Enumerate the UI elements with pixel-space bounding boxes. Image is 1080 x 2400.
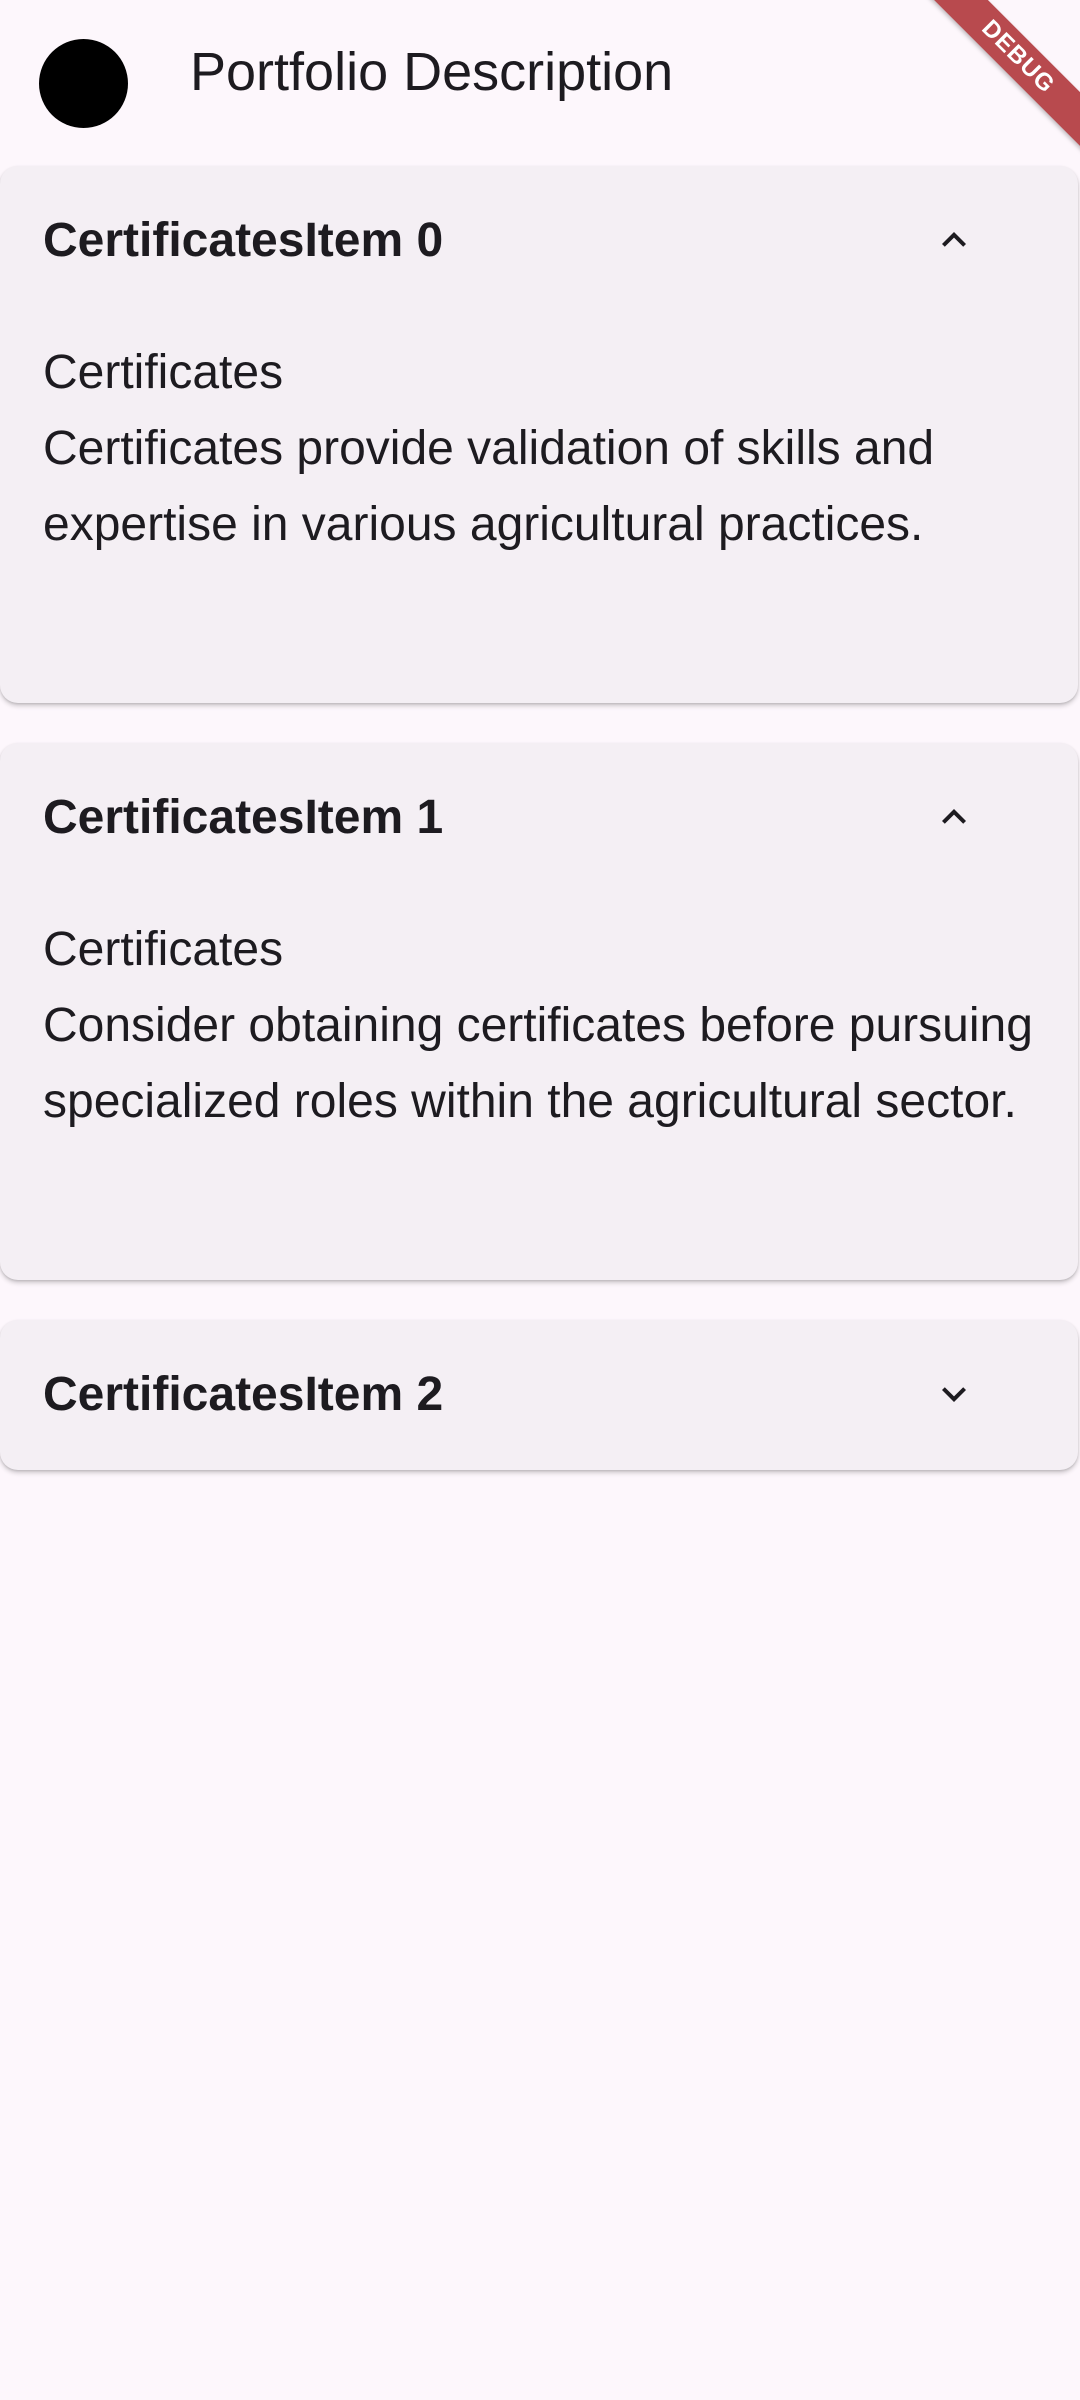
chevron-up-icon[interactable] [930, 793, 978, 841]
expansion-panel-2: CertificatesItem 2 [0, 1320, 1078, 1470]
avatar[interactable] [39, 39, 128, 128]
panel-description: Consider obtaining certificates before p… [43, 999, 1033, 1128]
app-bar: Portfolio Description [0, 0, 1080, 140]
chevron-down-icon[interactable] [930, 1370, 978, 1418]
chevron-up-icon[interactable] [930, 216, 978, 264]
panel-description: Certificates provide validation of skill… [43, 422, 935, 551]
expansion-panel-1: CertificatesItem 1 Certificates Consider… [0, 743, 1078, 1280]
panel-heading: Certificates [43, 346, 284, 399]
panel-body: Certificates Consider obtaining certific… [43, 912, 1033, 1140]
panel-body: Certificates Certificates provide valida… [43, 335, 1033, 563]
panel-heading: Certificates [43, 923, 284, 976]
panel-header-0[interactable]: CertificatesItem 0 [0, 166, 1078, 316]
page-title: Portfolio Description [190, 42, 674, 102]
panel-header-1[interactable]: CertificatesItem 1 [0, 743, 1078, 893]
expansion-panel-0: CertificatesItem 0 Certificates Certific… [0, 166, 1078, 703]
panel-title: CertificatesItem 0 [43, 214, 444, 267]
panel-title: CertificatesItem 2 [43, 1368, 444, 1421]
panel-header-2[interactable]: CertificatesItem 2 [0, 1320, 1078, 1470]
panel-title: CertificatesItem 1 [43, 791, 444, 844]
